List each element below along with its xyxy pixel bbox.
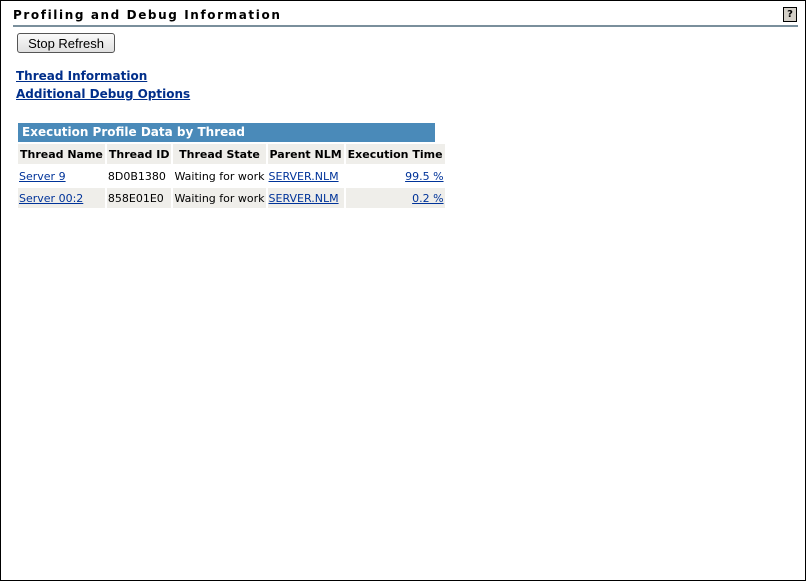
execution-time-link[interactable]: 0.2 % bbox=[412, 192, 443, 205]
execution-time-link[interactable]: 99.5 % bbox=[405, 170, 443, 183]
column-header-thread-id: Thread ID bbox=[106, 144, 172, 164]
thread-name-link[interactable]: Server 9 bbox=[19, 170, 66, 183]
thread-state: Waiting for work bbox=[174, 169, 265, 183]
thread-id: 858E01E0 bbox=[106, 188, 172, 208]
parent-nlm-link[interactable]: SERVER.NLM bbox=[269, 192, 339, 205]
help-icon[interactable]: ? bbox=[783, 7, 797, 22]
thread-id: 8D0B1380 bbox=[107, 169, 166, 183]
thread-name-link[interactable]: Server 00:2 bbox=[19, 192, 83, 205]
column-header-parent-nlm: Parent NLM bbox=[267, 144, 344, 164]
execution-profile-table: Execution Profile Data by Thread Thread … bbox=[18, 123, 445, 210]
stop-refresh-button[interactable]: Stop Refresh bbox=[17, 33, 115, 53]
thread-information-link[interactable]: Thread Information bbox=[16, 69, 147, 83]
table-row: Server 00:2 858E01E0 Waiting for work SE… bbox=[18, 188, 445, 208]
column-header-execution-time: Execution Time bbox=[345, 144, 445, 164]
table-title: Execution Profile Data by Thread bbox=[18, 123, 435, 142]
table-header-row: Thread Name Thread ID Thread State Paren… bbox=[18, 144, 445, 164]
page-title: Profiling and Debug Information bbox=[13, 8, 282, 22]
thread-state: Waiting for work bbox=[173, 188, 266, 208]
additional-debug-options-link[interactable]: Additional Debug Options bbox=[16, 87, 190, 101]
parent-nlm-link[interactable]: SERVER.NLM bbox=[269, 170, 339, 183]
column-header-thread-name: Thread Name bbox=[18, 144, 105, 164]
title-divider bbox=[13, 25, 798, 27]
table-row: Server 9 8D0B1380 Waiting for work SERVE… bbox=[18, 166, 445, 186]
column-header-thread-state: Thread State bbox=[173, 144, 266, 164]
